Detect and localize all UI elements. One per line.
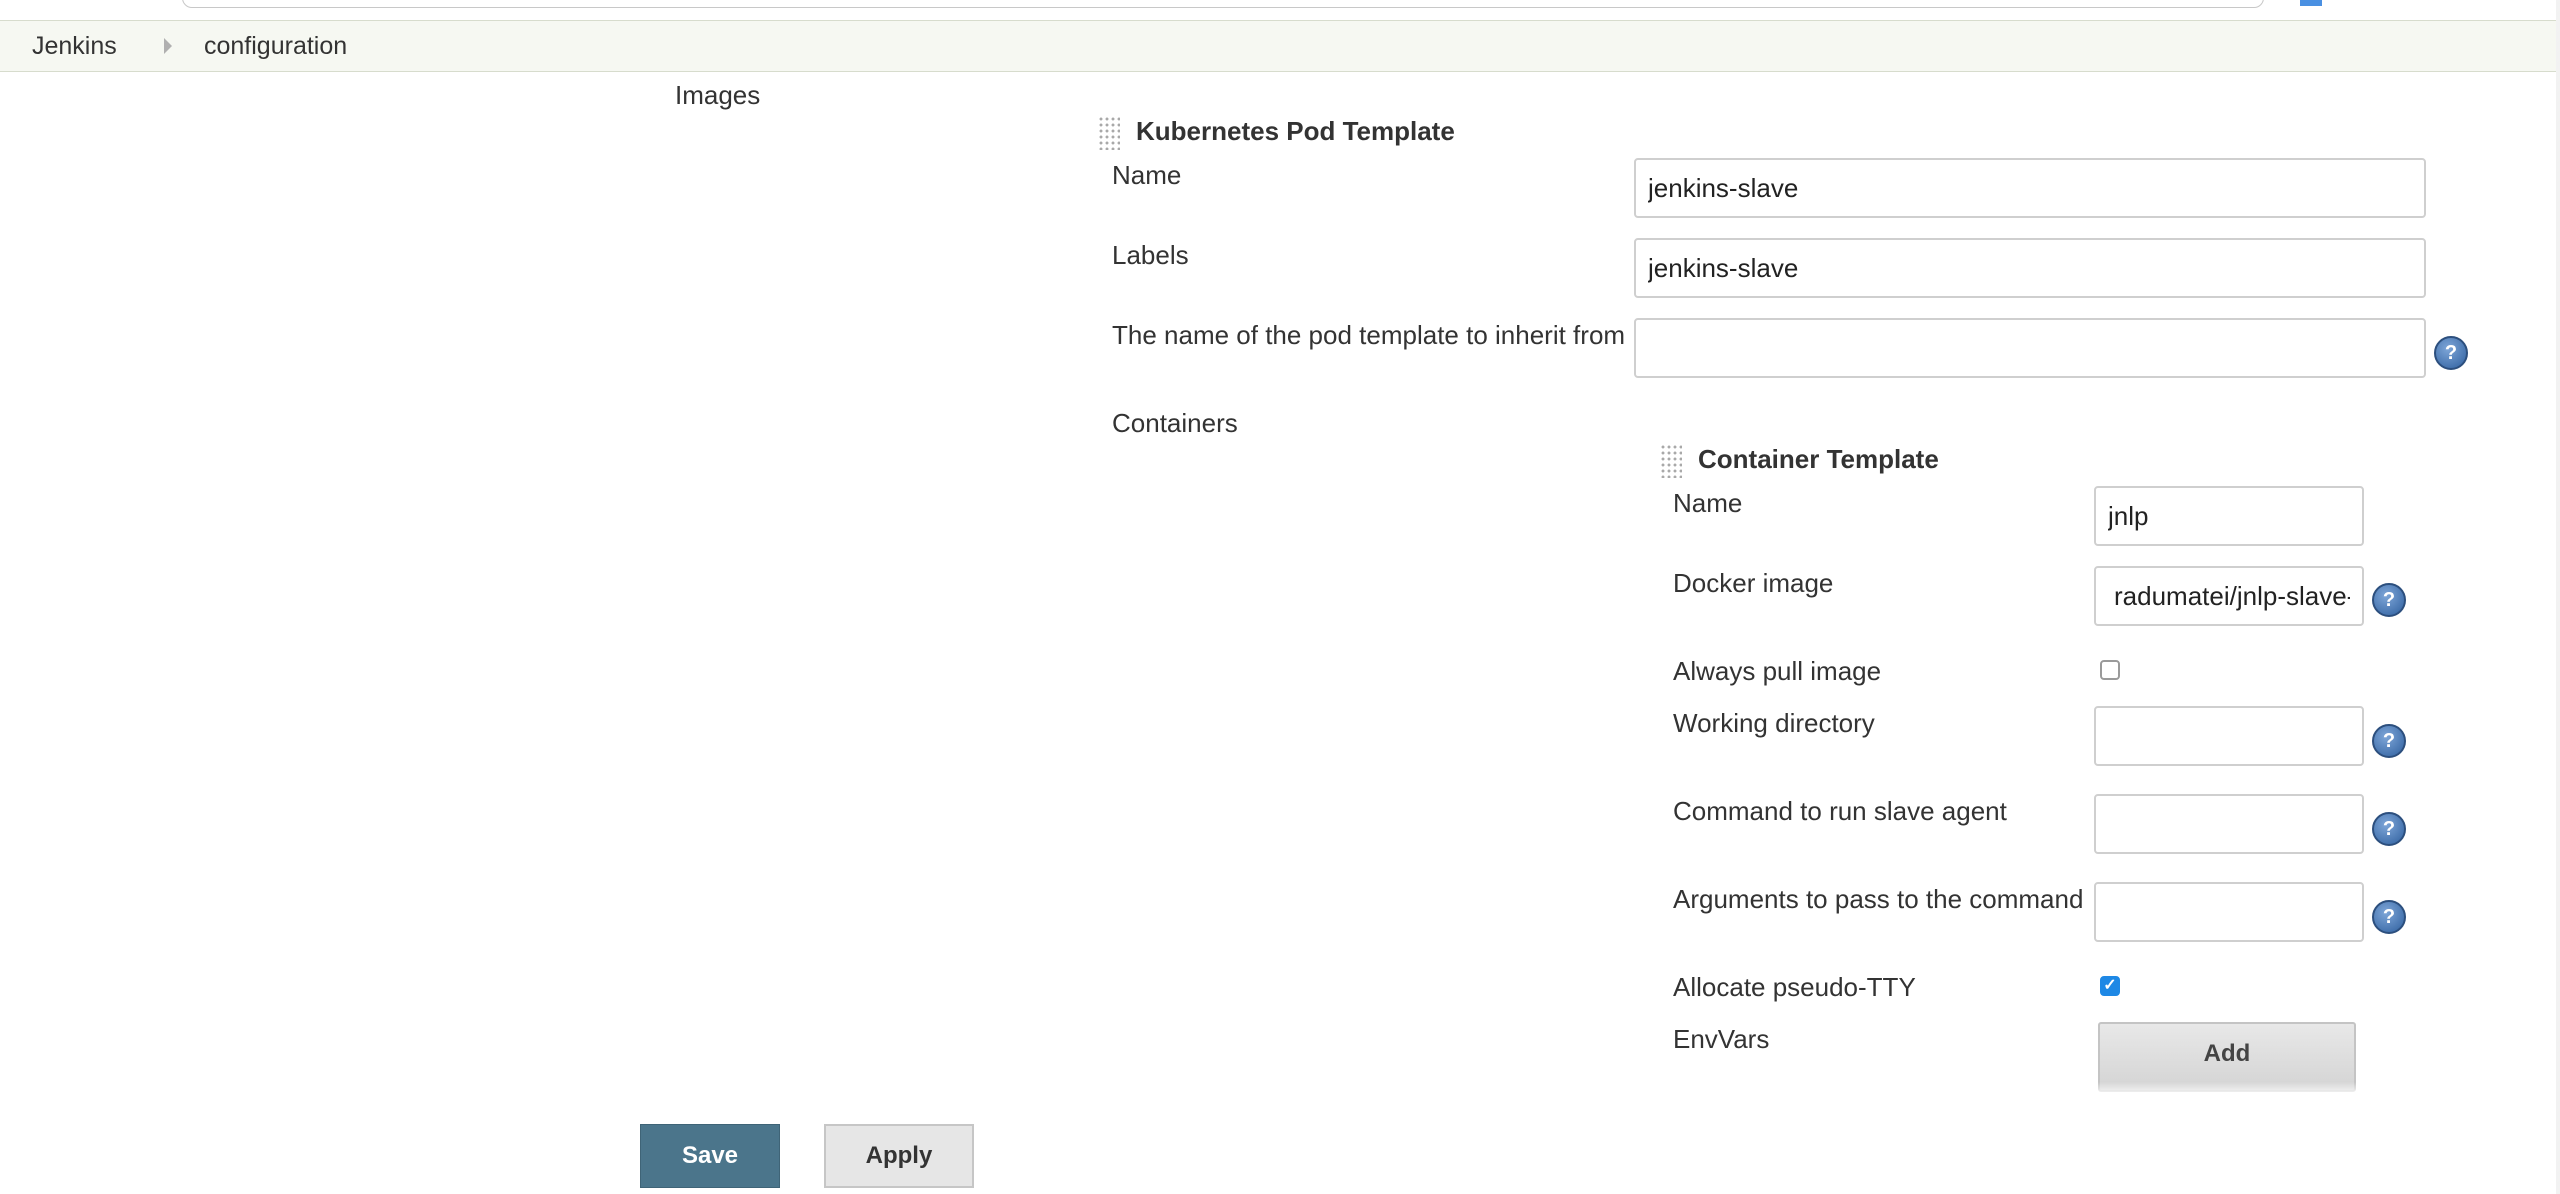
args-input[interactable]: [2094, 882, 2364, 942]
pod-labels-label: Labels: [1112, 240, 1189, 270]
search-box[interactable]: [182, 0, 2264, 8]
tty-label: Allocate pseudo-TTY: [1673, 972, 1916, 1002]
drag-handle-icon[interactable]: [1660, 444, 1682, 478]
breadcrumb: Jenkins configuration: [0, 20, 2560, 72]
pod-labels-input[interactable]: [1634, 238, 2426, 298]
images-section-label: Images: [675, 80, 761, 110]
breadcrumb-separator-icon: [164, 38, 172, 54]
save-button[interactable]: Save: [640, 1124, 780, 1188]
pod-name-label: Name: [1112, 160, 1182, 190]
command-label: Command to run slave agent: [1673, 796, 2007, 826]
help-icon[interactable]: ?: [2434, 336, 2468, 370]
container-template-title: Container Template: [1698, 444, 1939, 474]
breadcrumb-configuration[interactable]: configuration: [204, 32, 347, 61]
containers-label: Containers: [1112, 408, 1238, 438]
top-bar: [0, 0, 2560, 20]
container-name-label: Name: [1673, 488, 1743, 518]
tty-checkbox[interactable]: ✓: [2100, 976, 2120, 996]
help-icon[interactable]: ?: [2372, 812, 2406, 846]
container-name-input[interactable]: [2094, 486, 2364, 546]
docker-image-label: Docker image: [1673, 568, 1834, 598]
inherit-from-input[interactable]: [1634, 318, 2426, 378]
always-pull-label: Always pull image: [1673, 656, 1882, 686]
window-edge: [2556, 0, 2560, 1194]
help-icon[interactable]: ?: [2372, 724, 2406, 758]
scroll-fade: [1640, 1082, 2440, 1096]
drag-handle-icon[interactable]: [1098, 116, 1120, 150]
breadcrumb-jenkins[interactable]: Jenkins: [32, 32, 117, 61]
apply-button[interactable]: Apply: [824, 1124, 974, 1188]
help-icon[interactable]: ?: [2372, 583, 2406, 617]
pod-template-title: Kubernetes Pod Template: [1136, 116, 1455, 146]
working-dir-input[interactable]: [2094, 706, 2364, 766]
envvars-label: EnvVars: [1673, 1024, 1770, 1054]
notification-icon[interactable]: [2300, 0, 2322, 6]
args-label: Arguments to pass to the command: [1673, 884, 2084, 914]
always-pull-checkbox[interactable]: [2100, 660, 2120, 680]
working-dir-label: Working directory: [1673, 708, 1875, 738]
inherit-from-label: The name of the pod template to inherit …: [1112, 320, 1626, 350]
help-icon[interactable]: ?: [2372, 900, 2406, 934]
command-input[interactable]: [2094, 794, 2364, 854]
pod-name-input[interactable]: [1634, 158, 2426, 218]
docker-image-input[interactable]: [2094, 566, 2364, 626]
